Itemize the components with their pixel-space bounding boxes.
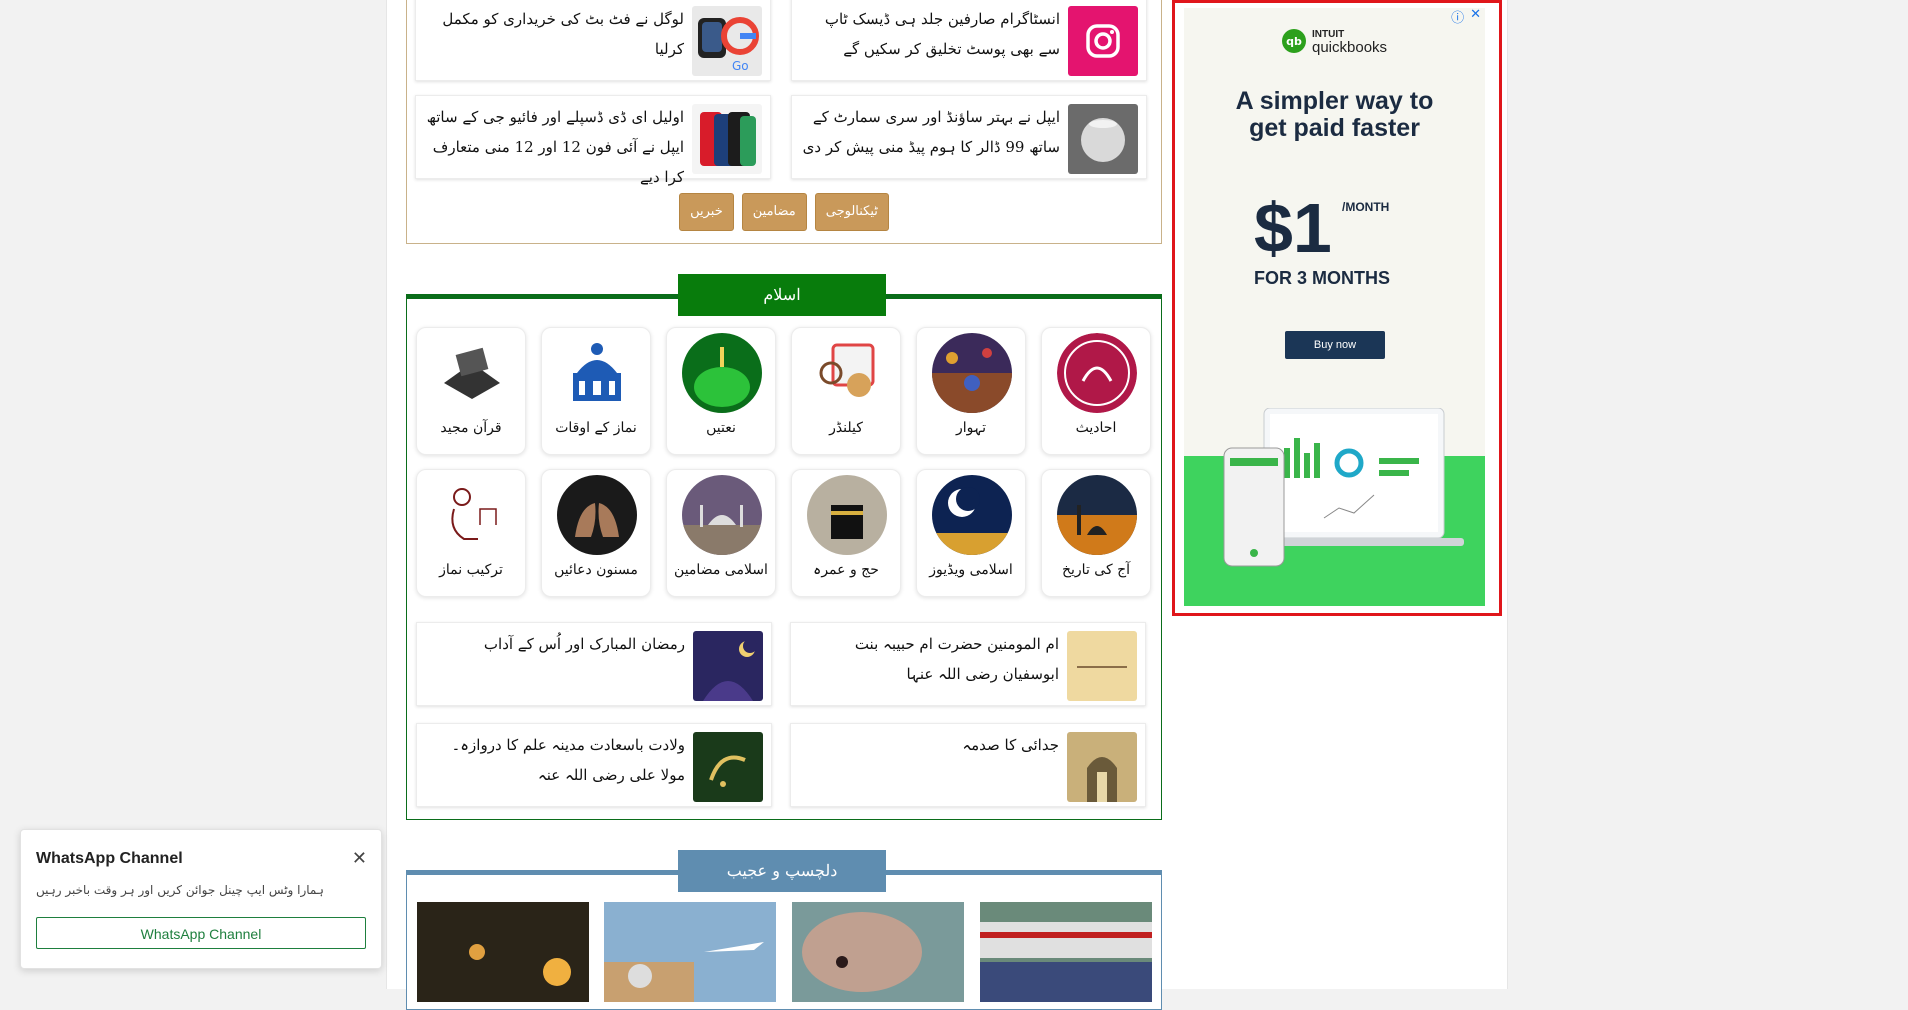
- islam-section-header[interactable]: اسلام: [678, 274, 886, 316]
- brand-text: INTUIT quickbooks: [1312, 28, 1388, 56]
- news-card[interactable]: Go لوگل نے فٹ بٹ کی خریداری کو مکمل کرلی…: [415, 0, 771, 81]
- ad-info-icon[interactable]: ⓘ: [1451, 7, 1464, 26]
- tile-tarkeeb-namaz[interactable]: ترکیب نماز: [416, 469, 526, 597]
- news-card[interactable]: انسٹاگرام صارفین جلد ہی ڈیسک ٹاپ سے بھی …: [791, 0, 1147, 81]
- whatsapp-channel-popup: WhatsApp Channel ✕ ہمارا وٹس ایپ چینل جو…: [20, 829, 382, 969]
- islam-article-card[interactable]: جدائی کا صدمہ: [790, 723, 1146, 807]
- tile-hajj-umrah[interactable]: حج و عمرہ: [791, 469, 901, 597]
- homepod-icon: [1068, 104, 1138, 174]
- news-card-title[interactable]: انسٹاگرام صارفین جلد ہی ڈیسک ٹاپ سے بھی …: [802, 4, 1060, 64]
- tile-namaz-timings[interactable]: نماز کے اوقات: [541, 327, 651, 455]
- tile-label: احادیث: [1075, 420, 1117, 436]
- article-title[interactable]: ام المومنین حضرت ام حبیبہ بنت ابوسفیان ر…: [801, 629, 1059, 689]
- airplane-image[interactable]: [604, 902, 776, 1002]
- tile-label: اسلامی مضامین: [674, 562, 768, 578]
- tile-label: مسنون دعائیں: [554, 562, 638, 578]
- news-card[interactable]: اولیل ای ڈی ڈسپلے اور فائیو جی کے ساتھ ا…: [415, 95, 771, 186]
- tile-calendar[interactable]: کیلنڈر: [791, 327, 901, 455]
- tile-label: نماز کے اوقات: [555, 420, 637, 436]
- popup-title: WhatsApp Channel: [36, 850, 183, 867]
- popup-subtitle: ہمارا وٹس ایپ چینل جوائن کریں اور ہر وقت…: [36, 883, 324, 897]
- news-card-title[interactable]: ایپل نے بہتر ساؤنڈ اور سری سمارٹ کے ساتھ…: [802, 102, 1060, 162]
- article-title[interactable]: ولادت باسعادت مدینہ علم کا دروازہ۔ مولا …: [427, 730, 685, 790]
- ad-price: $1: [1254, 189, 1332, 267]
- parchment-calligraphy-icon: [1067, 631, 1137, 701]
- tag-buttons: ٹیکنالوجی مضامین خبریں: [407, 193, 1161, 231]
- mosque-interior-icon: [1067, 732, 1137, 802]
- buy-now-button[interactable]: Buy now: [1285, 331, 1385, 359]
- whatsapp-channel-button[interactable]: WhatsApp Channel: [36, 917, 366, 949]
- kaaba-icon: [807, 475, 887, 555]
- tile-label: حج و عمرہ: [813, 562, 879, 578]
- news-card-title[interactable]: اولیل ای ڈی ڈسپلے اور فائیو جی کے ساتھ ا…: [426, 102, 684, 192]
- ad-controls: ⓘ ✕: [1451, 7, 1481, 26]
- night-sky-image[interactable]: [417, 902, 589, 1002]
- close-icon[interactable]: ✕: [352, 848, 367, 869]
- tile-naatain[interactable]: نعتیں: [666, 327, 776, 455]
- ad-headline-line2: get paid faster: [1249, 114, 1420, 142]
- laptop-dashboard-image: [1223, 408, 1464, 567]
- iphone-icon: [692, 104, 762, 174]
- tile-islamic-articles[interactable]: اسلامی مضامین: [666, 469, 776, 597]
- smartwatch-google-icon: Go: [692, 6, 762, 76]
- ad-headline: A simpler way to get paid faster: [1184, 88, 1485, 142]
- tile-masnoon-duain[interactable]: مسنون دعائیں: [541, 469, 651, 597]
- calendar-icon: [807, 333, 887, 413]
- ad-duration: FOR 3 MONTHS: [1254, 268, 1391, 288]
- eye-spider-image[interactable]: [792, 902, 964, 1002]
- train-crowd-image[interactable]: [980, 902, 1152, 1002]
- news-card-title[interactable]: لوگل نے فٹ بٹ کی خریداری کو مکمل کرلیا: [426, 4, 684, 64]
- mosque-landscape-icon: [682, 475, 762, 555]
- tile-aaj-ki-tareekh[interactable]: آج کی تاریخ: [1041, 469, 1151, 597]
- tag-button-articles[interactable]: مضامین: [741, 193, 807, 231]
- ali-calligraphy-icon: [693, 732, 763, 802]
- mosque-icon: [557, 333, 637, 413]
- article-title[interactable]: رمضان المبارک اور اُس کے آداب: [427, 629, 685, 659]
- quran-rahal-icon: [432, 333, 512, 413]
- prayer-sketch-icon: [432, 475, 512, 555]
- advertisement[interactable]: qb INTUIT quickbooks A simpler way to ge…: [1172, 0, 1502, 616]
- tile-islamic-videos[interactable]: اسلامی ویڈیوز: [916, 469, 1026, 597]
- news-card[interactable]: ایپل نے بہتر ساؤنڈ اور سری سمارٹ کے ساتھ…: [791, 95, 1147, 179]
- quickbooks-logo: qb INTUIT quickbooks: [1282, 28, 1388, 56]
- tile-label: قرآن مجید: [440, 420, 502, 436]
- ramadan-lantern-icon: [693, 631, 763, 701]
- ad-creative[interactable]: qb INTUIT quickbooks A simpler way to ge…: [1184, 8, 1485, 606]
- moon-mosque-icon: [932, 475, 1012, 555]
- tile-quran[interactable]: قرآن مجید: [416, 327, 526, 455]
- tile-label: اسلامی ویڈیوز: [929, 562, 1013, 578]
- tile-label: نعتیں: [706, 420, 736, 436]
- green-dome-icon: [682, 333, 762, 413]
- technology-section: Go لوگل نے فٹ بٹ کی خریداری کو مکمل کرلی…: [406, 0, 1162, 244]
- instagram-icon: [1068, 6, 1138, 76]
- tile-label: تہوار: [956, 420, 986, 436]
- tile-label: کیلنڈر: [829, 420, 863, 436]
- tile-ahadees[interactable]: احادیث: [1041, 327, 1151, 455]
- tag-button-technology[interactable]: ٹیکنالوجی: [814, 193, 889, 231]
- article-title[interactable]: جدائی کا صدمہ: [801, 730, 1059, 760]
- hadith-calligraphy-icon: [1057, 333, 1137, 413]
- qb-icon: qb: [1282, 29, 1306, 53]
- tile-label: آج کی تاریخ: [1061, 562, 1131, 578]
- svg-text:Go: Go: [732, 59, 749, 73]
- brand-quickbooks: quickbooks: [1312, 39, 1388, 56]
- dilchasp-section-header[interactable]: دلچسپ و عجیب: [678, 850, 886, 892]
- tile-tehwar[interactable]: تہوار: [916, 327, 1026, 455]
- ad-headline-line1: A simpler way to: [1235, 87, 1434, 115]
- islam-article-card[interactable]: ام المومنین حضرت ام حبیبہ بنت ابوسفیان ر…: [790, 622, 1146, 706]
- tag-button-news[interactable]: خبریں: [679, 193, 734, 231]
- praying-hands-icon: [557, 475, 637, 555]
- islam-article-card[interactable]: رمضان المبارک اور اُس کے آداب: [416, 622, 772, 706]
- ad-close-icon[interactable]: ✕: [1470, 7, 1481, 26]
- festival-market-icon: [932, 333, 1012, 413]
- ad-per-month: /MONTH: [1342, 200, 1390, 214]
- tile-label: ترکیب نماز: [439, 562, 503, 578]
- sunset-mosque-icon: [1057, 475, 1137, 555]
- islam-article-card[interactable]: ولادت باسعادت مدینہ علم کا دروازہ۔ مولا …: [416, 723, 772, 807]
